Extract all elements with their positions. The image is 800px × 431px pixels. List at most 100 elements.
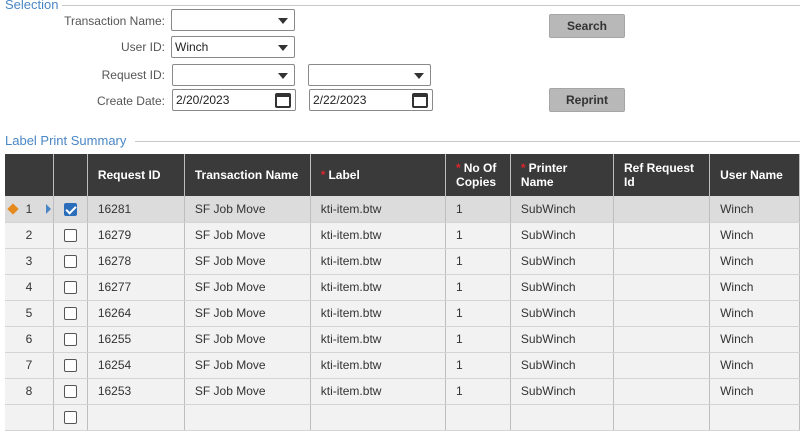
request-id-cell[interactable]: 16278: [87, 248, 185, 275]
no-of-copies-cell[interactable]: 1: [445, 378, 511, 405]
transaction-name-select[interactable]: [171, 9, 295, 31]
printer-name-cell[interactable]: SubWinch: [510, 196, 615, 223]
no-of-copies-cell[interactable]: 1: [445, 326, 511, 353]
user-name-cell[interactable]: Winch: [709, 352, 800, 379]
table-row[interactable]: 1 16281 SF Job Move kti-item.btw 1 SubWinch Wi…: [5, 196, 800, 223]
request-id-from-select[interactable]: [172, 64, 295, 86]
select-cell[interactable]: [53, 196, 88, 223]
printer-name-cell[interactable]: SubWinch: [510, 378, 615, 405]
row-checkbox[interactable]: [63, 385, 77, 399]
user-name-cell[interactable]: Winch: [709, 274, 800, 301]
create-date-to-field[interactable]: 2/22/2023: [309, 89, 433, 111]
request-id-cell[interactable]: 16279: [87, 222, 185, 249]
printer-name-cell[interactable]: SubWinch: [510, 274, 615, 301]
ref-request-id-header[interactable]: Ref Request Id: [613, 154, 711, 196]
row-checkbox[interactable]: [63, 411, 77, 425]
request-id-header[interactable]: Request ID: [87, 154, 185, 196]
request-id-cell[interactable]: 16264: [87, 300, 185, 327]
ref-request-id-cell[interactable]: [613, 352, 711, 379]
request-id-cell[interactable]: 16255: [87, 326, 185, 353]
request-id-to-select[interactable]: [308, 64, 431, 86]
label-header[interactable]: * Label: [310, 154, 447, 196]
create-date-from-field[interactable]: 2/20/2023: [172, 89, 296, 111]
table-row[interactable]: 3 16278 SF Job Move kti-item.btw 1 SubWinch Wi…: [5, 248, 800, 275]
select-cell[interactable]: [53, 222, 88, 249]
label-cell[interactable]: kti-item.btw: [310, 222, 447, 249]
table-row[interactable]: 4 16277 SF Job Move kti-item.btw 1 SubWinch Wi…: [5, 274, 800, 301]
label-cell[interactable]: kti-item.btw: [310, 248, 447, 275]
printer-name-cell[interactable]: SubWinch: [510, 222, 615, 249]
no-of-copies-cell[interactable]: 1: [445, 352, 511, 379]
select-cell[interactable]: [53, 378, 88, 405]
row-checkbox[interactable]: [63, 281, 77, 295]
table-row[interactable]: 8 16253 SF Job Move kti-item.btw 1 SubWinch Wi…: [5, 378, 800, 405]
user-name-header[interactable]: User Name: [709, 154, 800, 196]
user-name-cell[interactable]: Winch: [709, 326, 800, 353]
user-name-cell[interactable]: Winch: [709, 300, 800, 327]
request-id-cell[interactable]: 16254: [87, 352, 185, 379]
row-checkbox[interactable]: [63, 255, 77, 269]
printer-name-cell[interactable]: SubWinch: [510, 326, 615, 353]
select-cell[interactable]: [53, 352, 88, 379]
no-of-copies-cell[interactable]: 1: [445, 222, 511, 249]
label-cell[interactable]: kti-item.btw: [310, 196, 447, 223]
table-row[interactable]: 5 16264 SF Job Move kti-item.btw 1 SubWinch Wi…: [5, 300, 800, 327]
no-of-copies-header[interactable]: * No Of Copies: [445, 154, 511, 196]
transaction-name-cell[interactable]: SF Job Move: [184, 274, 311, 301]
transaction-name-cell[interactable]: SF Job Move: [184, 378, 311, 405]
ref-request-id-cell[interactable]: [613, 274, 711, 301]
label-cell[interactable]: kti-item.btw: [310, 300, 447, 327]
no-of-copies-cell[interactable]: 1: [445, 196, 511, 223]
calendar-icon[interactable]: [412, 93, 428, 108]
no-of-copies-cell[interactable]: 1: [445, 248, 511, 275]
transaction-name-cell[interactable]: SF Job Move: [184, 222, 311, 249]
label-cell[interactable]: kti-item.btw: [310, 326, 447, 353]
transaction-name-cell[interactable]: SF Job Move: [184, 352, 311, 379]
table-row[interactable]: [5, 404, 800, 431]
printer-name-cell[interactable]: SubWinch: [510, 248, 615, 275]
user-name-cell[interactable]: Winch: [709, 248, 800, 275]
select-cell[interactable]: [53, 404, 88, 431]
reprint-button[interactable]: Reprint: [549, 88, 625, 112]
label-cell[interactable]: kti-item.btw: [310, 378, 447, 405]
user-name-cell[interactable]: Winch: [709, 196, 800, 223]
select-cell[interactable]: [53, 326, 88, 353]
no-of-copies-cell[interactable]: 1: [445, 300, 511, 327]
row-checkbox[interactable]: [63, 333, 77, 347]
label-cell[interactable]: kti-item.btw: [310, 352, 447, 379]
ref-request-id-cell[interactable]: [613, 378, 711, 405]
ref-request-id-cell[interactable]: [613, 222, 711, 249]
transaction-name-header[interactable]: Transaction Name: [184, 154, 311, 196]
ref-request-id-cell[interactable]: [613, 300, 711, 327]
printer-name-cell[interactable]: SubWinch: [510, 300, 615, 327]
printer-name-header[interactable]: * Printer Name: [510, 154, 615, 196]
row-checkbox[interactable]: [63, 229, 77, 243]
table-row[interactable]: 6 16255 SF Job Move kti-item.btw 1 SubWinch Wi…: [5, 326, 800, 353]
transaction-name-cell[interactable]: SF Job Move: [184, 300, 311, 327]
table-row[interactable]: 2 16279 SF Job Move kti-item.btw 1 SubWinch Wi…: [5, 222, 800, 249]
ref-request-id-cell[interactable]: [613, 326, 711, 353]
row-checkbox[interactable]: [63, 202, 77, 216]
transaction-name-cell[interactable]: SF Job Move: [184, 248, 311, 275]
ref-request-id-cell[interactable]: [613, 196, 711, 223]
select-cell[interactable]: [53, 300, 88, 327]
user-name-cell[interactable]: Winch: [709, 222, 800, 249]
transaction-name-cell[interactable]: SF Job Move: [184, 326, 311, 353]
user-name-cell[interactable]: Winch: [709, 378, 800, 405]
request-id-cell[interactable]: 16277: [87, 274, 185, 301]
printer-name-cell[interactable]: SubWinch: [510, 352, 615, 379]
transaction-name-cell[interactable]: SF Job Move: [184, 196, 311, 223]
request-id-cell[interactable]: 16253: [87, 378, 185, 405]
row-checkbox[interactable]: [63, 359, 77, 373]
table-row[interactable]: 7 16254 SF Job Move kti-item.btw 1 SubWinch Wi…: [5, 352, 800, 379]
label-cell[interactable]: kti-item.btw: [310, 274, 447, 301]
no-of-copies-cell[interactable]: 1: [445, 274, 511, 301]
row-checkbox[interactable]: [63, 307, 77, 321]
select-cell[interactable]: [53, 248, 88, 275]
ref-request-id-cell[interactable]: [613, 248, 711, 275]
search-button[interactable]: Search: [549, 14, 625, 38]
select-cell[interactable]: [53, 274, 88, 301]
user-id-select[interactable]: Winch: [171, 36, 295, 58]
request-id-cell[interactable]: 16281: [87, 196, 185, 223]
calendar-icon[interactable]: [275, 93, 291, 108]
